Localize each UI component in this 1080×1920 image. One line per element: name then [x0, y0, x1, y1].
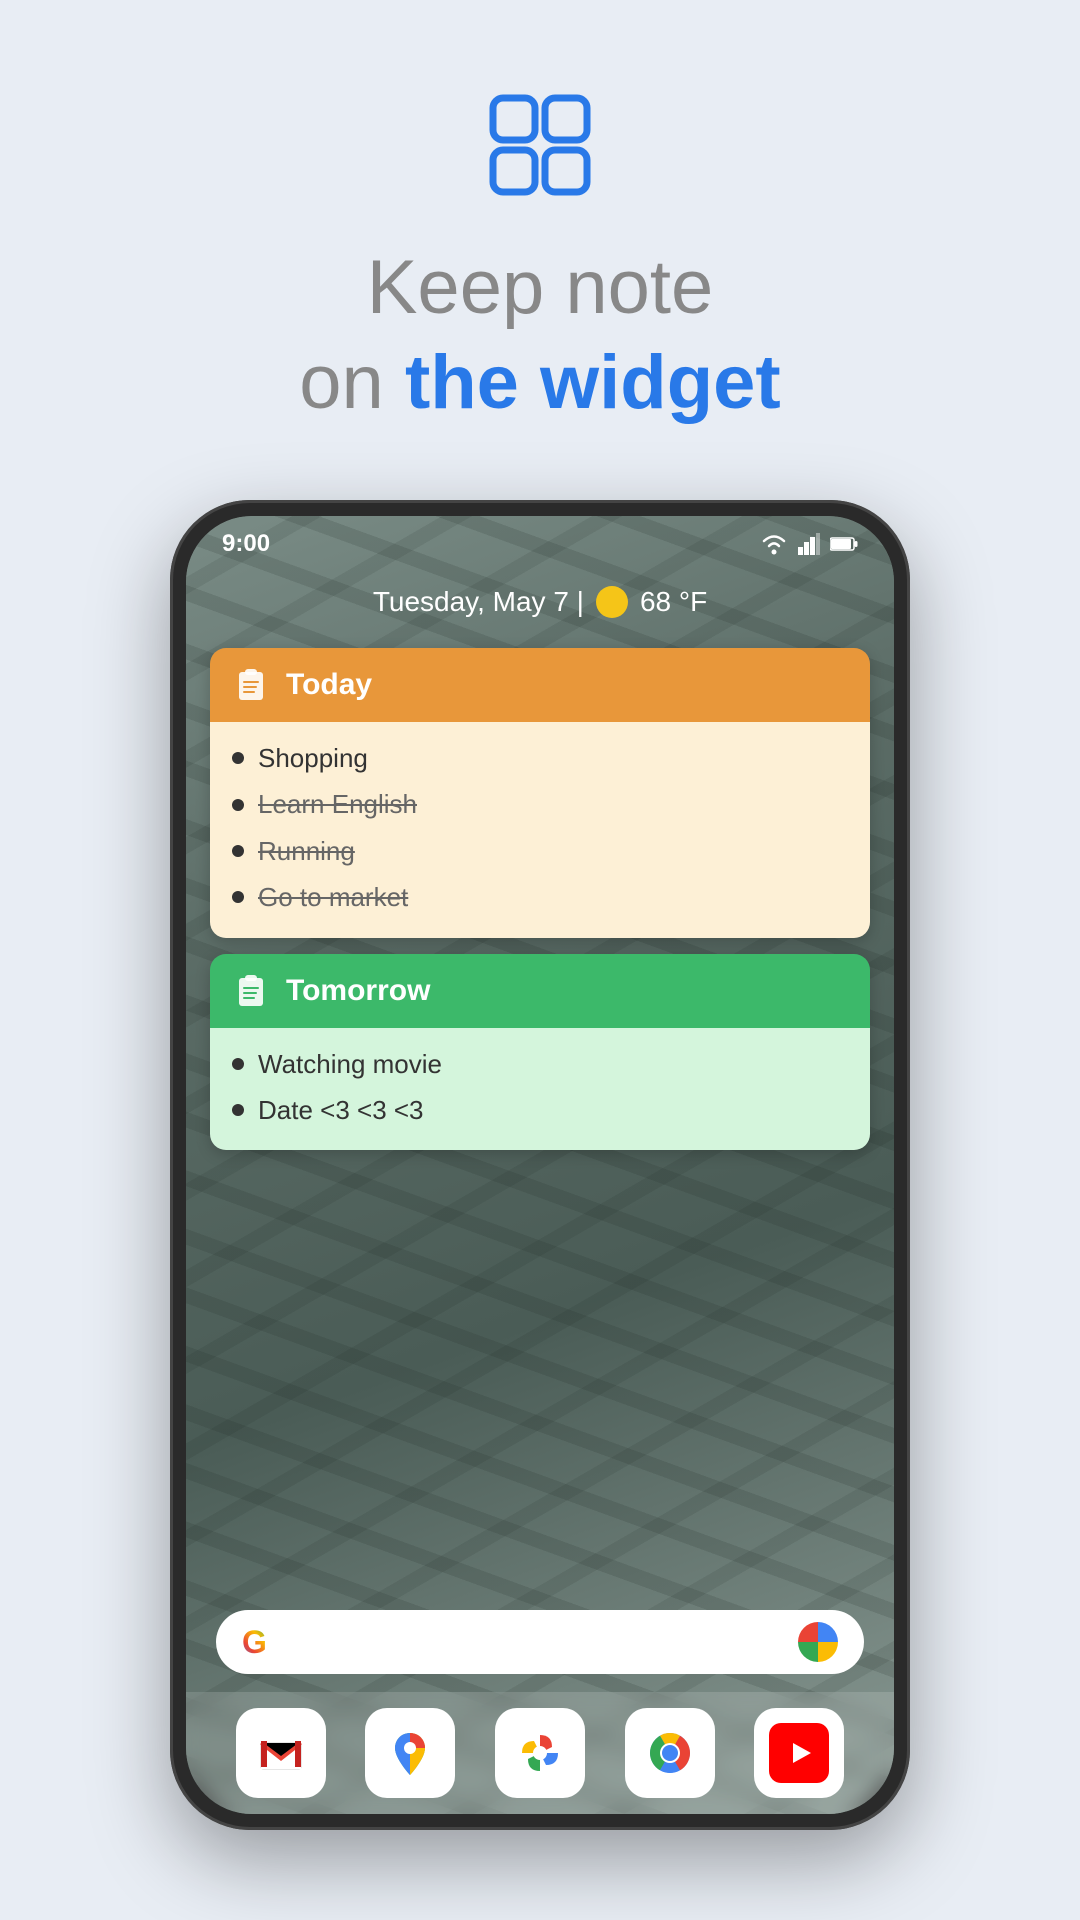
headline-highlight: the widget [405, 340, 781, 425]
maps-icon [380, 1723, 440, 1783]
clipboard-today-icon [232, 666, 270, 704]
dock-app-photos[interactable] [495, 1708, 585, 1798]
todo-text: Running [258, 833, 355, 869]
phone-screen: 9:00 [186, 516, 894, 1814]
widget-today-header: Today [210, 648, 870, 722]
todo-item-market: Go to market [232, 879, 848, 915]
widgets-area: Today Shopping Learn English [186, 648, 894, 1150]
todo-dot [232, 799, 244, 811]
youtube-icon [769, 1723, 829, 1783]
todo-item-date: Date <3 <3 <3 [232, 1092, 848, 1128]
todo-text: Watching movie [258, 1046, 442, 1082]
widget-today-title: Today [286, 668, 372, 702]
phone-frame: 9:00 [170, 500, 910, 1830]
todo-item-running: Running [232, 833, 848, 869]
wifi-icon [760, 533, 788, 555]
todo-item-english: Learn English [232, 786, 848, 822]
dock-app-youtube[interactable] [754, 1708, 844, 1798]
dock-app-maps[interactable] [365, 1708, 455, 1798]
google-search-bar[interactable]: G [216, 1610, 864, 1674]
widget-tomorrow[interactable]: Tomorrow Watching movie Date <3 <3 <3 [210, 954, 870, 1151]
app-logo-icon [485, 90, 595, 200]
app-dock [186, 1692, 894, 1814]
status-time: 9:00 [222, 530, 270, 558]
todo-dot [232, 845, 244, 857]
todo-text: Learn English [258, 786, 417, 822]
widget-tomorrow-body: Watching movie Date <3 <3 <3 [210, 1028, 870, 1151]
todo-dot [232, 1104, 244, 1116]
todo-dot [232, 891, 244, 903]
status-icons [760, 533, 858, 555]
temperature-text: 68 °F [640, 586, 707, 618]
photos-icon [510, 1723, 570, 1783]
top-section: Keep note on the widget [299, 0, 780, 430]
battery-icon [830, 533, 858, 555]
gmail-icon [251, 1723, 311, 1783]
widget-today-body: Shopping Learn English Running Go t [210, 722, 870, 938]
dock-app-chrome[interactable] [625, 1708, 715, 1798]
todo-dot [232, 752, 244, 764]
date-weather: Tuesday, May 7 | 68 °F [186, 568, 894, 648]
widget-today[interactable]: Today Shopping Learn English [210, 648, 870, 938]
date-text: Tuesday, May 7 | [373, 586, 584, 618]
todo-text: Go to market [258, 879, 408, 915]
google-assistant-icon[interactable] [798, 1622, 838, 1662]
widget-tomorrow-header: Tomorrow [210, 954, 870, 1028]
signal-icon [798, 533, 820, 555]
dock-app-gmail[interactable] [236, 1708, 326, 1798]
headline: Keep note on the widget [299, 240, 780, 430]
clipboard-tomorrow-icon [232, 972, 270, 1010]
google-g-icon: G [242, 1624, 267, 1661]
headline-prefix: on [299, 340, 405, 425]
widget-tomorrow-title: Tomorrow [286, 974, 430, 1008]
todo-dot [232, 1058, 244, 1070]
todo-text: Shopping [258, 740, 368, 776]
chrome-icon [640, 1723, 700, 1783]
status-bar: 9:00 [186, 516, 894, 568]
weather-sun-icon [596, 586, 628, 618]
todo-item-shopping: Shopping [232, 740, 848, 776]
headline-line1: Keep note [367, 245, 714, 330]
bottom-dock-area: G [186, 1600, 894, 1814]
todo-text: Date <3 <3 <3 [258, 1092, 424, 1128]
todo-item-movie: Watching movie [232, 1046, 848, 1082]
phone-mockup: 9:00 [170, 500, 910, 1830]
